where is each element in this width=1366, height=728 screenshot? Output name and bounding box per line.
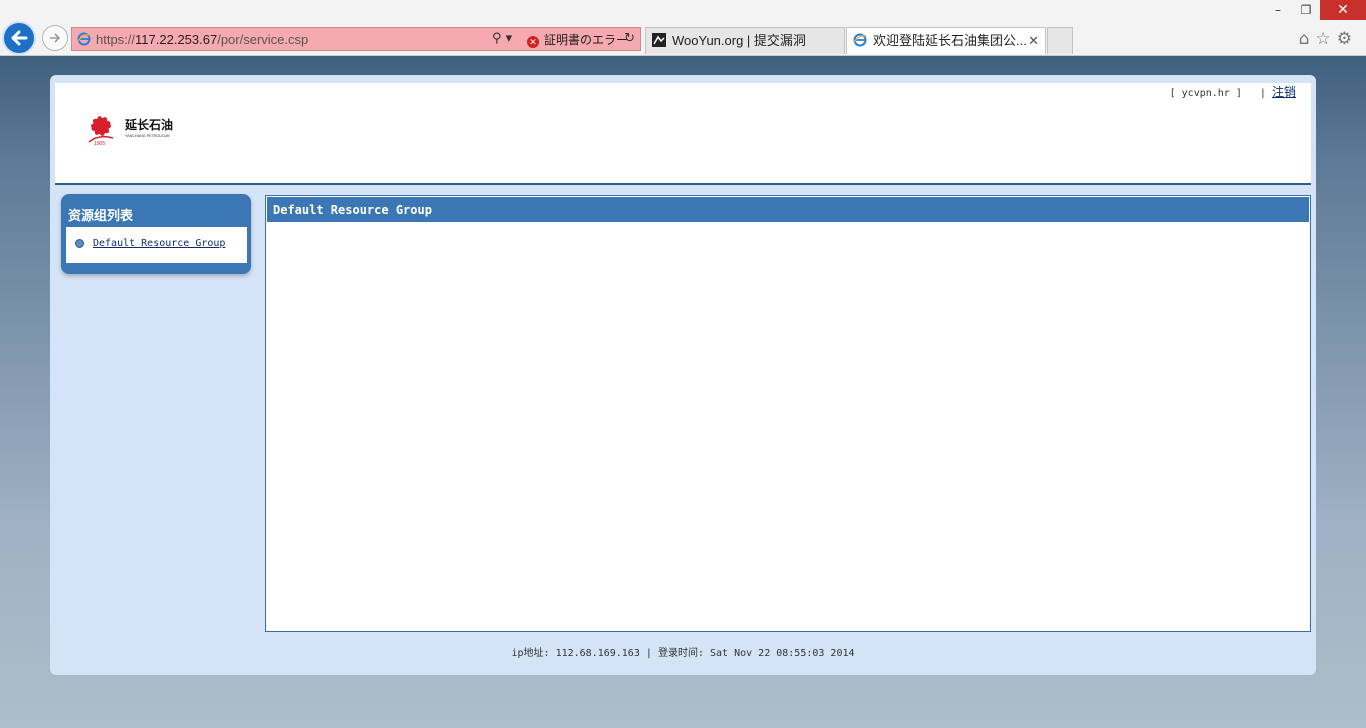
resource-content-panel: Default Resource Group bbox=[265, 195, 1311, 632]
browser-tools: ⌂☆⚙ bbox=[1299, 29, 1358, 49]
gear-icon[interactable]: ⚙ bbox=[1337, 29, 1358, 49]
login-time: Sat Nov 22 08:55:03 2014 bbox=[710, 648, 855, 659]
svg-text:延长石油: 延长石油 bbox=[124, 117, 173, 132]
ie-page-icon bbox=[853, 33, 867, 47]
url-text[interactable]: https://117.22.253.67/por/service.csp bbox=[96, 32, 308, 47]
window-controls: – ❐ ✕ bbox=[1264, 0, 1366, 22]
star-icon[interactable]: ☆ bbox=[1316, 29, 1337, 49]
back-button[interactable] bbox=[2, 21, 36, 55]
username-label: [ ycvpn.hr ] bbox=[1169, 88, 1242, 99]
tab-yanchang[interactable]: 欢迎登陆延长石油集团公... ✕ bbox=[846, 27, 1046, 54]
page-frame: [ ycvpn.hr ] | 注销 1905 延长石油 YANCHANG PET… bbox=[50, 75, 1316, 675]
browser-chrome: – ❐ ✕ https://117.22.253.67/por/service.… bbox=[0, 0, 1366, 56]
tab-wooyun[interactable]: WooYun.org | 提交漏洞 bbox=[645, 27, 845, 54]
yanchang-petroleum-logo-icon: 1905 延长石油 YANCHANG PETROLEUM bbox=[88, 116, 173, 147]
new-tab-button[interactable] bbox=[1047, 27, 1073, 54]
search-dropdown-icon[interactable]: ⚲ ▾ bbox=[492, 31, 512, 46]
wooyun-favicon-icon bbox=[652, 33, 666, 47]
content-title: Default Resource Group bbox=[273, 203, 432, 217]
close-window-button[interactable]: ✕ bbox=[1320, 0, 1366, 20]
ie-page-icon bbox=[77, 32, 91, 46]
yanchang-logo: 1905 延长石油 YANCHANG PETROLEUM bbox=[81, 112, 181, 150]
resource-group-link[interactable]: Default Resource Group bbox=[93, 238, 225, 249]
resource-group-list: Default Resource Group bbox=[66, 227, 247, 265]
svg-text:YANCHANG PETROLEUM: YANCHANG PETROLEUM bbox=[125, 134, 170, 138]
bullet-icon bbox=[75, 239, 84, 248]
cert-error-button[interactable]: ✕ 証明書のエラー bbox=[527, 31, 628, 48]
login-info-footer: ip地址: 112.68.169.163 | 登录时间: Sat Nov 22 … bbox=[511, 648, 855, 659]
panel-title: 资源组列表 bbox=[68, 209, 134, 224]
arrow-left-icon bbox=[11, 30, 28, 46]
error-icon: ✕ bbox=[527, 36, 539, 48]
minimize-button[interactable]: – bbox=[1264, 0, 1292, 20]
page-header: [ ycvpn.hr ] | 注销 1905 延长石油 YANCHANG PET… bbox=[55, 83, 1311, 185]
logout-link[interactable]: 注销 bbox=[1272, 85, 1296, 99]
arrow-right-icon bbox=[50, 33, 61, 43]
home-icon[interactable]: ⌂ bbox=[1299, 29, 1316, 49]
refresh-icon[interactable]: ↻ bbox=[624, 31, 635, 46]
restore-button[interactable]: ❐ bbox=[1292, 0, 1320, 20]
ip-address: 112.68.169.163 bbox=[555, 648, 640, 659]
resource-group-panel: 资源组列表 Default Resource Group bbox=[61, 194, 251, 274]
svg-text:1905: 1905 bbox=[94, 141, 105, 146]
address-bar[interactable]: https://117.22.253.67/por/service.csp ⚲ … bbox=[71, 27, 641, 51]
content-title-bar: Default Resource Group bbox=[267, 197, 1309, 222]
user-links: [ ycvpn.hr ] | 注销 bbox=[1169, 85, 1296, 99]
close-tab-icon[interactable]: ✕ bbox=[1028, 28, 1039, 54]
forward-button[interactable] bbox=[42, 25, 68, 51]
